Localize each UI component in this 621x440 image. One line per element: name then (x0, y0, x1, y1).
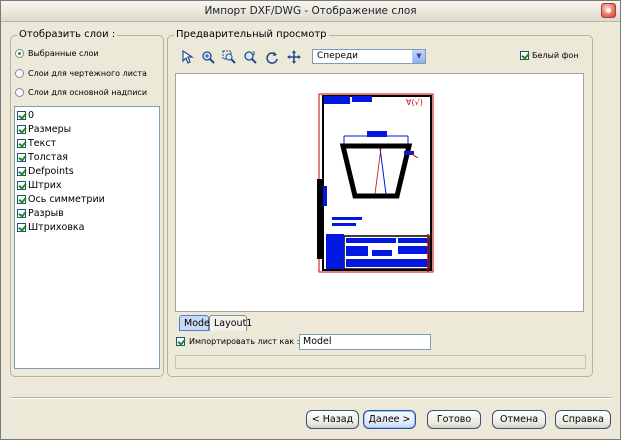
radio-label: Слои для чертежного листа (28, 69, 147, 78)
import-sheet-label: Импортировать лист как : (189, 337, 300, 346)
layer-list[interactable]: 0 Размеры Текст Толстая Defpoints Штрих … (14, 106, 160, 369)
layer-checkbox[interactable] (17, 181, 26, 190)
refresh-icon[interactable] (263, 48, 281, 66)
layer-item-dimensions[interactable]: Размеры (17, 124, 71, 135)
next-button[interactable]: Далее > (363, 410, 416, 429)
layer-checkbox[interactable] (17, 223, 26, 232)
pan-icon[interactable] (285, 48, 303, 66)
layer-checkbox[interactable] (17, 125, 26, 134)
preview-canvas[interactable]: ∀(√) (175, 73, 584, 312)
zoom-in-icon[interactable] (199, 48, 217, 66)
preview-group-legend: Предварительный просмотр (174, 29, 329, 40)
title-bar: Импорт DXF/DWG - Отображение слоя (1, 1, 620, 22)
window-title: Импорт DXF/DWG - Отображение слоя (204, 5, 417, 17)
white-background-toggle[interactable]: Белый фон (520, 51, 579, 60)
layer-label: Размеры (28, 124, 72, 135)
layer-label: 0 (28, 110, 35, 121)
zoom-extents-icon[interactable] (241, 48, 259, 66)
layer-item-defpoints[interactable]: Defpoints (17, 166, 74, 177)
radio-button[interactable] (15, 88, 24, 97)
zoom-window-icon[interactable] (220, 48, 238, 66)
layer-item-break[interactable]: Разрыв (17, 208, 64, 219)
layer-label: Разрыв (28, 208, 64, 219)
layer-label: Ось симметрии (28, 194, 105, 205)
help-button[interactable]: Справка (555, 410, 611, 429)
select-cursor-icon[interactable] (178, 48, 196, 66)
white-background-label: Белый фон (532, 51, 579, 60)
layer-label: Defpoints (28, 166, 74, 177)
radio-label: Слои для основной надписи (28, 88, 148, 97)
chevron-down-icon[interactable]: ▼ (412, 50, 425, 63)
layer-label: Штрих (28, 180, 62, 191)
tab-model[interactable]: Model (179, 315, 213, 331)
layer-label: Текст (28, 138, 57, 149)
progress-bar (175, 355, 586, 369)
view-direction-select[interactable]: Спереди ▼ (312, 49, 426, 64)
view-direction-value: Спереди (317, 51, 359, 61)
layer-checkbox[interactable] (17, 167, 26, 176)
layers-group-legend: Отобразить слои : (17, 29, 118, 40)
layer-checkbox[interactable] (17, 139, 26, 148)
svg-text:∀(√): ∀(√) (406, 98, 423, 107)
layer-checkbox[interactable] (17, 153, 26, 162)
layer-checkbox[interactable] (17, 195, 26, 204)
layer-item-hatch-stroke[interactable]: Штрих (17, 180, 62, 191)
radio-sheet-layers[interactable]: Слои для чертежного листа (15, 69, 147, 78)
radio-label: Выбранные слои (28, 49, 99, 58)
layer-item-text[interactable]: Текст (17, 138, 56, 149)
done-button[interactable]: Готово (427, 410, 481, 429)
white-background-checkbox[interactable] (520, 51, 529, 60)
import-sheet-toggle[interactable]: Импортировать лист как : (176, 337, 299, 346)
cancel-button[interactable]: Отмена (492, 410, 546, 429)
layer-checkbox[interactable] (17, 111, 26, 120)
import-sheet-checkbox[interactable] (176, 337, 185, 346)
layer-label: Штриховка (28, 222, 85, 233)
tab-layout1[interactable]: Layout1 (209, 315, 252, 331)
layer-item-thick[interactable]: Толстая (17, 152, 68, 163)
layer-checkbox[interactable] (17, 209, 26, 218)
sheet-name-input[interactable]: Model (299, 334, 431, 350)
back-button[interactable]: < Назад (306, 410, 359, 429)
dialog-window: Импорт DXF/DWG - Отображение слоя Отобра… (0, 0, 621, 440)
radio-button[interactable] (15, 69, 24, 78)
divider (11, 397, 611, 399)
layer-label: Толстая (28, 152, 68, 163)
layer-item-hatching[interactable]: Штриховка (17, 222, 85, 233)
drawing-preview: ∀(√) (317, 93, 434, 273)
close-button[interactable] (601, 3, 616, 18)
radio-selected-layers[interactable]: Выбранные слои (15, 49, 99, 58)
layer-item-0[interactable]: 0 (17, 110, 34, 121)
radio-button[interactable] (15, 49, 24, 58)
radio-title-block-layers[interactable]: Слои для основной надписи (15, 88, 147, 97)
layer-item-symmetry-axis[interactable]: Ось симметрии (17, 194, 105, 205)
